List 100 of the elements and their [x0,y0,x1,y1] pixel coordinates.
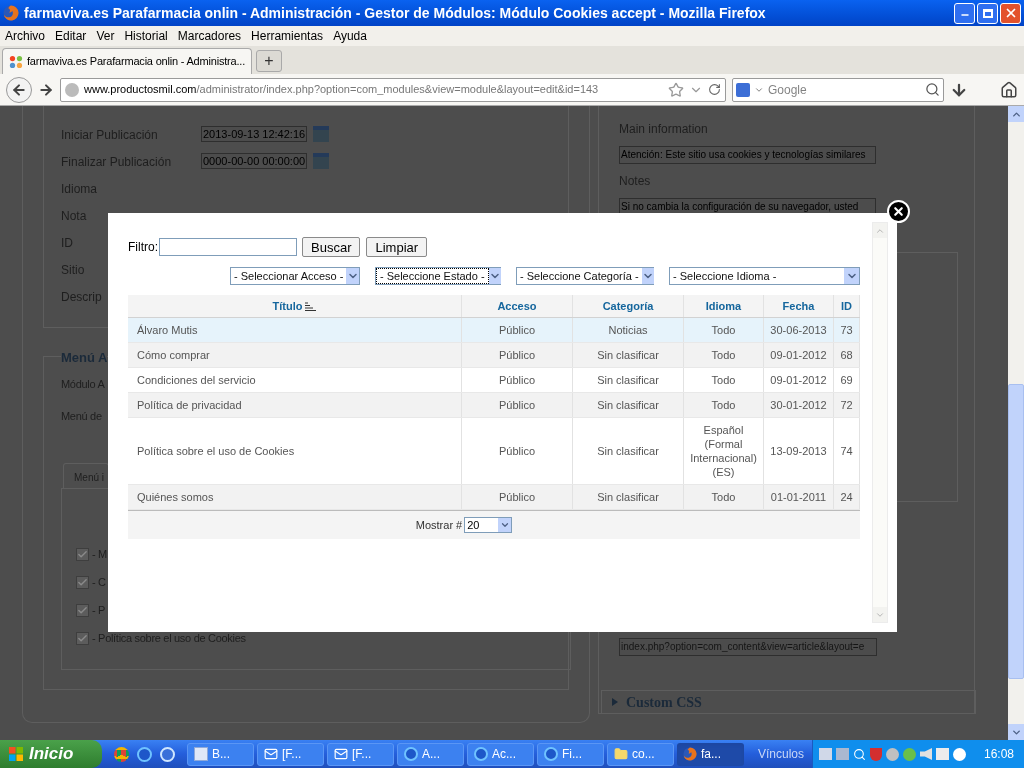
restore-button[interactable] [977,2,998,24]
table-cell: Política de privacidad [128,393,462,417]
taskbar-button[interactable]: [F... [327,742,394,766]
filter-select[interactable]: - Seleccione Estado - [375,267,501,285]
menu-item[interactable]: Herramientas [248,27,327,45]
menu-checkbox[interactable] [76,548,89,561]
menu-item[interactable]: Ayuda [330,27,370,45]
page-scrollbar[interactable] [1008,106,1024,740]
search-icon[interactable] [853,747,866,761]
table-cell: 74 [834,418,860,484]
taskbar-button[interactable]: fa... [677,742,744,766]
table-cell: Español (Formal Internacional) (ES) [684,418,764,484]
table-row[interactable]: Cómo comprar Público Sin clasificar Todo 09-01-2012 68 [128,343,860,368]
table-row[interactable]: Política de privacidad Público Sin clasificar Todo 30-01-2012 72 [128,393,860,418]
table-cell: Sin clasificar [573,485,684,509]
check-icon [77,577,88,588]
url-field[interactable]: www.productosmil.com/administrator/index.php?option=com_modules&view=module&layout=edit&id=143 [60,77,726,102]
taskbar-button[interactable]: Fi... [537,742,604,766]
taskbar-button[interactable]: Ac... [467,742,534,766]
speaker-icon[interactable] [920,748,932,760]
taskbar-button[interactable]: [F... [257,742,324,766]
browser-e-icon [544,747,558,761]
table-footer: Mostrar # 20 [128,510,860,539]
envelope-icon [334,747,348,761]
column-header[interactable]: Idioma [684,295,764,317]
filter-button[interactable]: Limpiar [366,237,428,257]
column-header[interactable]: Categoría [573,295,684,317]
browser-e-icon[interactable] [137,746,152,762]
taskbar-button[interactable]: co... [607,742,674,766]
table-cell: Público [462,343,573,367]
browser-logo-icon [3,5,19,21]
column-header[interactable]: Acceso [462,295,573,317]
filter-button[interactable]: Buscar [302,237,361,257]
table-cell: Todo [684,368,764,392]
menu-item[interactable]: Marcadores [174,27,245,45]
column-header[interactable]: Fecha [764,295,834,317]
column-header[interactable]: Título [128,295,462,317]
close-button[interactable] [1000,2,1021,24]
taskbar-button[interactable]: B... [187,742,254,766]
column-header[interactable]: ID [834,295,860,317]
page-size-select[interactable]: 20 [464,517,513,533]
table-row[interactable]: Política sobre el uso de Cookies Público Sin clasificar Español (Formal Internacional) (ES) 13-09-2013 74 [128,418,860,485]
menu-checkbox[interactable] [76,604,89,617]
back-button[interactable] [6,76,32,103]
scroll-thumb[interactable] [1008,384,1024,679]
table-cell: Todo [684,343,764,367]
table-cell: 24 [834,485,860,509]
reload-icon[interactable] [708,83,721,96]
shield-icon[interactable] [870,747,882,761]
table-cell: 69 [834,368,860,392]
minimize-button[interactable] [954,2,975,24]
table-row[interactable]: Quiénes somos Público Sin clasificar Todo 01-01-2011 24 [128,485,860,510]
envelope-icon [264,747,278,761]
table-cell: Sin clasificar [573,343,684,367]
modal-close-button[interactable] [887,200,910,223]
menu-item[interactable]: Archivo [2,27,48,45]
table-cell: 73 [834,318,860,342]
search-icon[interactable] [925,82,940,97]
expand-arrow-icon [612,698,618,706]
search-engine-icon [736,82,750,97]
forward-button[interactable] [38,81,54,98]
taskbar-button[interactable]: A... [397,742,464,766]
sort-icon [305,301,317,311]
tray-app-icon[interactable] [886,747,899,761]
home-icon[interactable] [1000,80,1018,99]
url-text: www.productosmil.com/administrator/index.php?option=com_modules&view=module&layout=edit&id=143 [84,82,599,98]
table-cell: Noticias [573,318,684,342]
windows-logo-icon [8,746,24,762]
table-cell: Público [462,393,573,417]
menu-item[interactable]: Ver [93,27,118,45]
bookmark-star-icon[interactable] [668,81,684,98]
menu-checkbox[interactable] [76,576,89,589]
search-input[interactable]: Google [768,80,921,99]
filter-select[interactable]: - Seleccione Categoría - [516,267,654,285]
search-field[interactable]: Google [732,77,944,102]
menu-checkbox[interactable] [76,632,89,645]
new-tab-button[interactable]: + [256,50,282,72]
tray-app-icon[interactable] [953,747,966,761]
table-cell: Sin clasificar [573,368,684,392]
table-cell: Álvaro Mutis [128,318,462,342]
links-toolbar-label[interactable]: Vínculos [758,745,805,763]
menu-item[interactable]: Editar [52,27,90,45]
browser-logo-icon [683,747,697,761]
application-icon [194,747,208,761]
table-cell: 68 [834,343,860,367]
filter-label: Filtro: [128,239,158,256]
table-cell: 01-01-2011 [764,485,834,509]
menu-item[interactable]: Historial [121,27,171,45]
table-row[interactable]: Condiciones del servicio Público Sin clasificar Todo 09-01-2012 69 [128,368,860,393]
start-button[interactable]: Inicio [0,740,102,768]
table-row[interactable]: Álvaro Mutis Público Noticias Todo 30-06-2013 73 [128,318,860,343]
table-cell: Público [462,485,573,509]
filter-field[interactable] [159,238,297,256]
table-cell: 13-09-2013 [764,418,834,484]
table-cell: Todo [684,393,764,417]
table-cell: 30-01-2012 [764,393,834,417]
filter-select[interactable]: - Seleccione Idioma - [669,267,860,285]
filter-select[interactable]: - Seleccionar Acceso - [230,267,360,285]
table-cell: Quiénes somos [128,485,462,509]
browser-tab[interactable]: farmaviva.es Parafarmacia onlin - Administra... [2,48,252,74]
